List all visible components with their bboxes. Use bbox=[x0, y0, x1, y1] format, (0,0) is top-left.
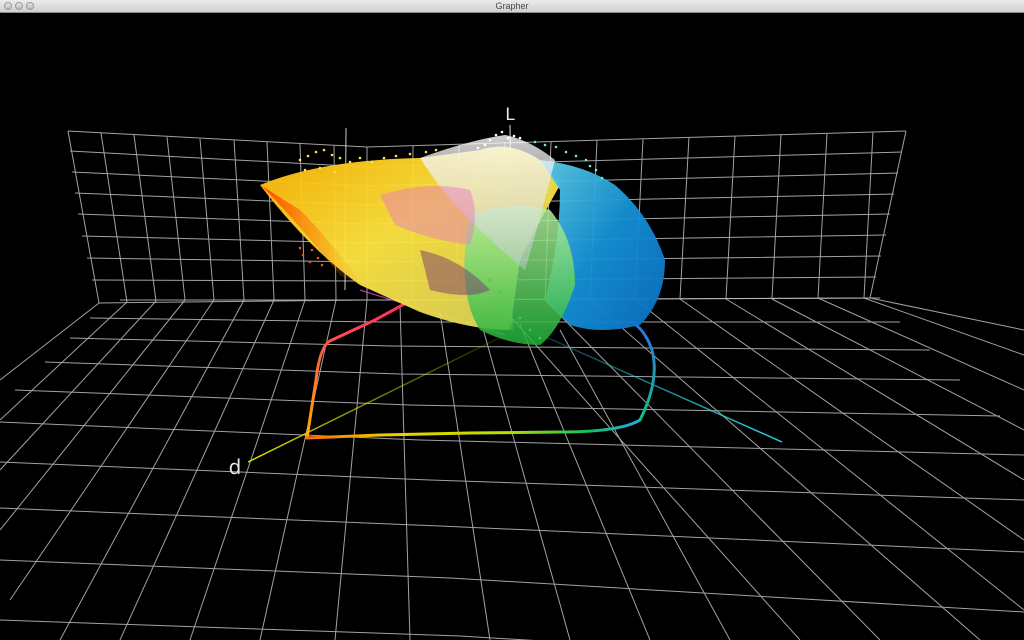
gamut-volume bbox=[260, 135, 665, 345]
floor-grid bbox=[0, 297, 1024, 640]
grapher-window: Grapher L d bbox=[0, 0, 1024, 640]
axis-label-l: L bbox=[505, 105, 515, 125]
floor-lines-cross bbox=[0, 297, 1024, 640]
floor-lines-left-fan bbox=[0, 299, 731, 640]
3d-plot-canvas[interactable]: L d bbox=[0, 13, 1024, 640]
locus-bottom bbox=[305, 418, 642, 440]
floor-lines-right-fan bbox=[499, 297, 1024, 640]
locus-right bbox=[630, 320, 656, 422]
title-bar[interactable]: Grapher bbox=[0, 0, 1024, 13]
window-title: Grapher bbox=[495, 1, 529, 11]
axis-label-d: d bbox=[229, 455, 242, 479]
